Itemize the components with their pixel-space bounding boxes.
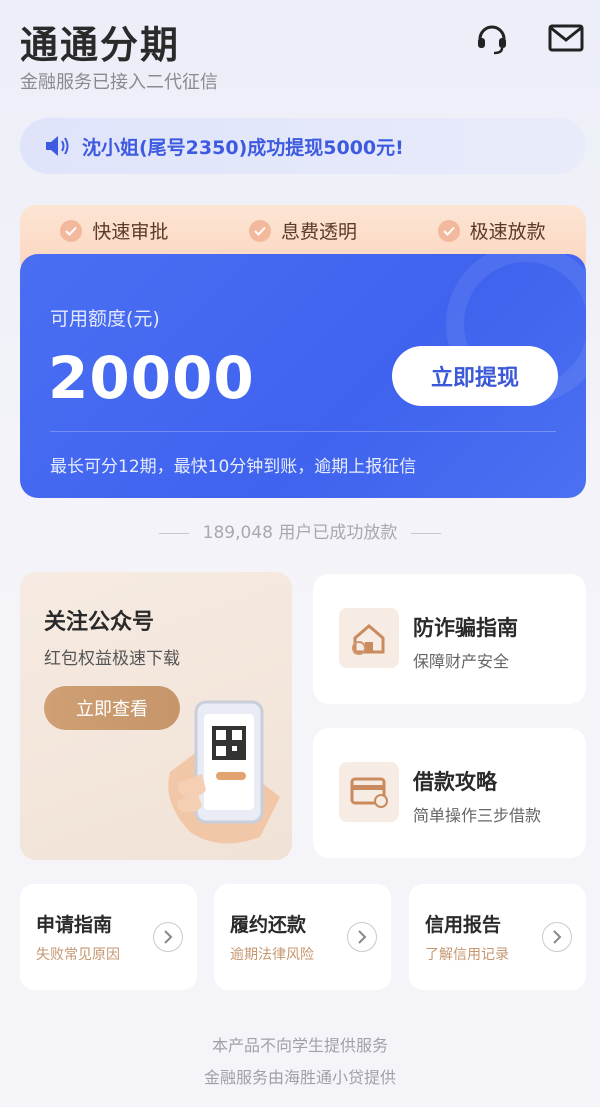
mini-card-subtitle: 逾期法律风险 [230, 947, 314, 963]
credit-note: 最长可分12期，最快10分钟到账，逾期上报征信 [50, 457, 417, 477]
divider [50, 431, 556, 432]
guide-title: 借款攻略 [413, 770, 497, 794]
mini-card-title: 申请指南 [36, 914, 113, 936]
app-title: 通通分期 [20, 23, 181, 67]
feature-item: 快速审批 [60, 217, 168, 244]
notice-bar: 沈小姐(尾号2350)成功提现5000元! [20, 118, 586, 174]
application-guide-card[interactable]: 申请指南 失败常见原因 [20, 884, 197, 990]
mail-icon[interactable] [546, 18, 586, 58]
feature-item: 息费透明 [248, 217, 357, 244]
feature-label: 极速放款 [469, 221, 546, 243]
mini-card-subtitle: 失败常见原因 [36, 947, 120, 963]
check-icon [437, 219, 460, 242]
mini-card-subtitle: 了解信用记录 [425, 947, 509, 963]
card-icon [339, 762, 399, 822]
check-icon [60, 219, 83, 242]
house-shield-icon [339, 608, 399, 668]
divider [158, 532, 189, 534]
follow-official-account-card[interactable]: 关注公众号 红包权益极速下载 立即查看 [20, 572, 292, 860]
mini-card-title: 履约还款 [230, 914, 307, 936]
chevron-right-icon [542, 922, 572, 952]
users-count-text: 189,048 用户已成功放款 [202, 523, 398, 543]
check-icon [248, 219, 271, 242]
footer-disclaimer: 本产品不向学生提供服务 [211, 1036, 388, 1055]
credit-report-card[interactable]: 信用报告 了解信用记录 [409, 884, 586, 990]
users-count: 189,048 用户已成功放款 [0, 518, 600, 543]
footer-provider: 金融服务由海胜通小贷提供 [203, 1068, 396, 1087]
follow-title: 关注公众号 [44, 610, 155, 635]
credit-label: 可用额度(元) [50, 308, 160, 330]
chevron-right-icon [347, 922, 377, 952]
chevron-right-icon [153, 922, 183, 952]
headset-icon[interactable] [472, 18, 512, 58]
notice-text: 沈小姐(尾号2350)成功提现5000元! [82, 136, 404, 159]
guide-subtitle: 简单操作三步借款 [413, 806, 542, 825]
guide-subtitle: 保障财产安全 [413, 652, 510, 671]
credit-amount: 20000 [48, 344, 255, 412]
feature-label: 快速审批 [92, 221, 169, 243]
loan-strategy-card[interactable]: 借款攻略 简单操作三步借款 [313, 728, 586, 858]
anti-fraud-guide-card[interactable]: 防诈骗指南 保障财产安全 [313, 574, 586, 704]
feature-label: 息费透明 [280, 221, 357, 243]
repayment-card[interactable]: 履约还款 逾期法律风险 [214, 884, 391, 990]
withdraw-button[interactable]: 立即提现 [392, 346, 558, 406]
divider [411, 532, 442, 534]
speaker-icon [44, 132, 72, 160]
app-subtitle: 金融服务已接入二代征信 [20, 72, 218, 93]
phone-qr-illustration [160, 692, 292, 852]
credit-card: 可用额度(元) 20000 立即提现 最长可分12期，最快10分钟到账，逾期上报… [20, 254, 586, 498]
header: 通通分期 金融服务已接入二代征信 [20, 10, 584, 100]
mini-card-title: 信用报告 [425, 914, 502, 936]
feature-item: 极速放款 [437, 217, 546, 244]
follow-subtitle: 红包权益极速下载 [44, 649, 180, 669]
guide-title: 防诈骗指南 [413, 616, 518, 640]
